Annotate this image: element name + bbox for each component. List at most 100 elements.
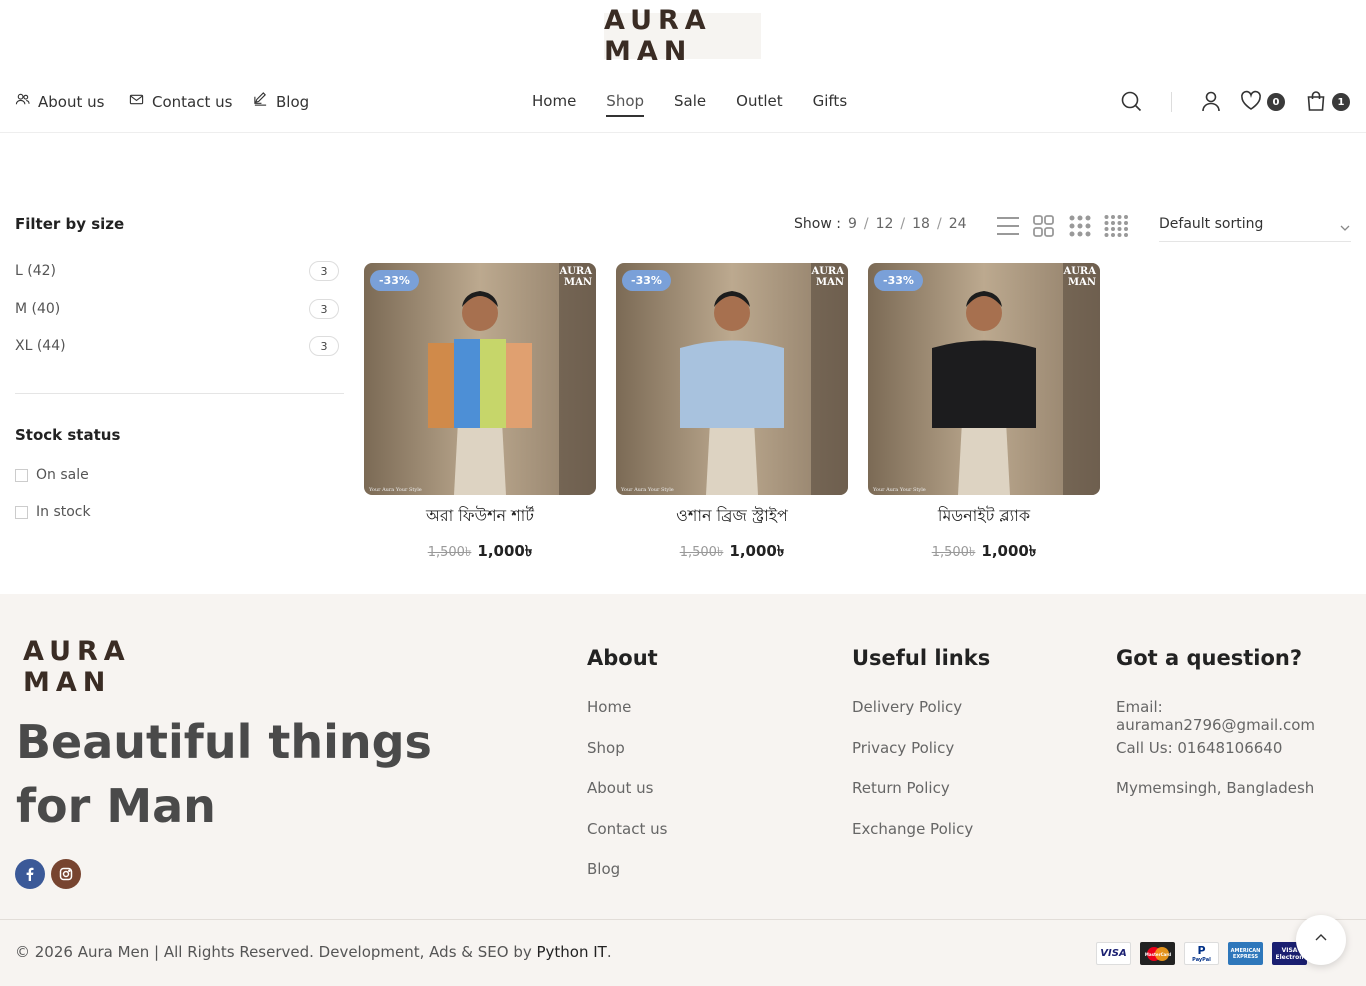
contact-us-label: Contact us: [152, 92, 233, 111]
footer-link-about[interactable]: About us: [587, 779, 653, 797]
footer-email[interactable]: Email: auraman2796@gmail.com: [1116, 698, 1366, 734]
product-image[interactable]: -33% AURA MAN Your Aura Your Style: [616, 263, 848, 495]
size-filter-l[interactable]: L (42) 3: [15, 260, 339, 282]
footer-link-exchange[interactable]: Exchange Policy: [852, 820, 973, 838]
logo-text: AURA MAN: [604, 5, 712, 67]
header-border: [0, 132, 1366, 133]
shirt-panel: [454, 339, 480, 428]
size-label: XL (44): [15, 338, 66, 354]
sale-badge: -33%: [370, 270, 419, 291]
product-card[interactable]: -33% AURA MAN Your Aura Your Style ওশান ব…: [616, 263, 848, 565]
footer-link-delivery[interactable]: Delivery Policy: [852, 698, 962, 716]
footer-link-privacy[interactable]: Privacy Policy: [852, 739, 954, 757]
filter-size-title: Filter by size: [15, 215, 125, 233]
search-icon[interactable]: [1120, 90, 1142, 116]
current-price: 1,000৳: [981, 542, 1037, 560]
sale-badge: -33%: [874, 270, 923, 291]
footer-link-blog[interactable]: Blog: [587, 860, 620, 878]
header-divider: [1171, 92, 1172, 112]
cart-icon[interactable]: [1305, 90, 1327, 116]
grid-2-icon[interactable]: [1031, 214, 1057, 238]
grid-4-icon[interactable]: [1103, 214, 1129, 238]
footer-link-contact[interactable]: Contact us: [587, 820, 667, 838]
stock-status-title: Stock status: [15, 426, 121, 444]
stock-label: On sale: [36, 467, 89, 483]
show-option[interactable]: 24: [949, 216, 967, 232]
size-filter-xl[interactable]: XL (44) 3: [15, 335, 339, 357]
main-menu: Home Shop Sale Outlet Gifts: [532, 92, 847, 117]
product-card[interactable]: -33% AURA MAN Your Aura Your Style মিডনাই…: [868, 263, 1100, 565]
product-image[interactable]: -33% AURA MAN Your Aura Your Style: [364, 263, 596, 495]
footer-link-shop[interactable]: Shop: [587, 739, 625, 757]
checkbox[interactable]: [15, 505, 28, 519]
about-us-label: About us: [38, 92, 105, 111]
footer-logo[interactable]: AURA MAN: [15, 636, 170, 698]
footer-address: Mymemsingh, Bangladesh: [1116, 779, 1315, 797]
nav-outlet[interactable]: Outlet: [736, 92, 782, 117]
footer-link-return[interactable]: Return Policy: [852, 779, 950, 797]
product-card[interactable]: -33% AURA MAN Your Aura Your Style অরা ফি…: [364, 263, 596, 565]
nav-shop[interactable]: Shop: [606, 92, 645, 117]
wishlist-count: 0: [1267, 93, 1285, 111]
list-view-icon[interactable]: [995, 214, 1021, 238]
nav-gifts[interactable]: Gifts: [813, 92, 848, 117]
cart-count: 1: [1332, 93, 1350, 111]
instagram-icon[interactable]: [51, 859, 81, 889]
sort-value: Default sorting: [1159, 216, 1264, 232]
size-count: 3: [309, 261, 339, 281]
contact-us-link[interactable]: Contact us: [129, 92, 232, 111]
account-icon[interactable]: [1200, 90, 1222, 116]
show-label: Show :: [794, 216, 841, 232]
watermark-tagline: Your Aura Your Style: [369, 487, 422, 493]
stock-filter-in-stock[interactable]: In stock: [15, 504, 91, 520]
old-price: 1,500৳: [427, 545, 472, 560]
grid-3-icon[interactable]: [1067, 214, 1093, 238]
wishlist-icon[interactable]: [1240, 90, 1262, 116]
footer-contact-title: Got a question?: [1116, 646, 1303, 670]
shirt-panel: [680, 340, 784, 428]
top-navigation: About us Contact us Blog Home Shop Sale …: [0, 80, 1366, 124]
footer-link-home[interactable]: Home: [587, 698, 631, 716]
blog-link[interactable]: Blog: [253, 92, 309, 111]
visa-icon: VISA: [1096, 942, 1131, 965]
old-price: 1,500৳: [679, 545, 724, 560]
current-price: 1,000৳: [729, 542, 785, 560]
site-logo[interactable]: AURA MAN: [604, 5, 761, 67]
svg-text:MasterCard: MasterCard: [1144, 952, 1170, 957]
shirt-panel: [480, 339, 506, 428]
chevron-up-icon: [1313, 930, 1329, 950]
sort-select[interactable]: Default sorting: [1159, 216, 1351, 242]
show-option[interactable]: 18: [912, 216, 930, 232]
sale-badge: -33%: [622, 270, 671, 291]
footer-phone[interactable]: Call Us: 01648106640: [1116, 739, 1282, 757]
product-image[interactable]: -33% AURA MAN Your Aura Your Style: [868, 263, 1100, 495]
shirt-panel: [428, 343, 454, 428]
mastercard-icon: MasterCard: [1140, 942, 1175, 965]
checkbox[interactable]: [15, 468, 28, 482]
mail-icon: [129, 92, 144, 111]
edit-icon: [253, 92, 268, 111]
nav-home[interactable]: Home: [532, 92, 576, 117]
developer-link[interactable]: Python IT: [537, 943, 607, 961]
about-us-link[interactable]: About us: [15, 92, 104, 111]
watermark-tagline: Your Aura Your Style: [621, 487, 674, 493]
product-title[interactable]: ওশান ব্রিজ স্ট্রাইপ: [616, 503, 848, 530]
old-price: 1,500৳: [931, 545, 976, 560]
show-option[interactable]: 12: [876, 216, 894, 232]
nav-sale[interactable]: Sale: [674, 92, 706, 117]
chevron-down-icon: [1339, 216, 1351, 241]
size-filter-m[interactable]: M (40) 3: [15, 298, 339, 320]
show-option[interactable]: 9: [848, 216, 857, 232]
blog-label: Blog: [276, 92, 310, 111]
facebook-icon[interactable]: [15, 859, 45, 889]
watermark-tagline: Your Aura Your Style: [873, 487, 926, 493]
size-label: M (40): [15, 301, 61, 317]
product-title[interactable]: মিডনাইট ব্ল্যাক: [868, 503, 1100, 530]
size-count: 3: [309, 299, 339, 319]
stock-filter-on-sale[interactable]: On sale: [15, 467, 89, 483]
product-title[interactable]: অরা ফিউশন শার্ট: [364, 503, 596, 530]
scroll-to-top-button[interactable]: [1296, 915, 1346, 965]
current-price: 1,000৳: [477, 542, 533, 560]
product-price: 1,500৳ 1,000৳: [364, 540, 596, 565]
size-count: 3: [309, 336, 339, 356]
